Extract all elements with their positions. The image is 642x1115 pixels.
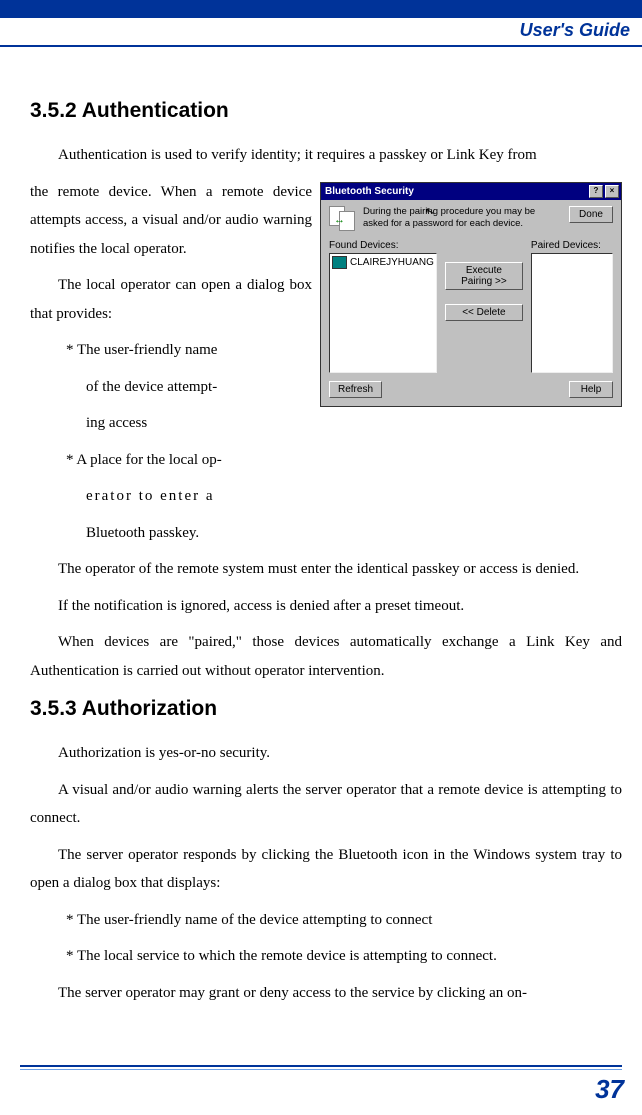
device-name: CLAIREJYHUANG: [350, 257, 434, 268]
help-button[interactable]: Help: [569, 381, 613, 398]
delete-button[interactable]: << Delete: [445, 304, 523, 321]
authz-bullet-1: * The user-friendly name of the device a…: [66, 906, 622, 935]
auth-bullet-1c: ing access: [86, 409, 330, 438]
found-devices-list[interactable]: CLAIREJYHUANG: [329, 253, 437, 373]
authz-bullet-2: * The local service to which the remote …: [66, 942, 622, 971]
authz-para-2: A visual and/or audio warning alerts the…: [30, 776, 622, 833]
page-content: 3.5.2 Authentication Authentication is u…: [0, 47, 642, 1035]
authz-para-3: The server operator responds by clicking…: [30, 841, 622, 898]
section-heading-authentication: 3.5.2 Authentication: [30, 99, 622, 123]
auth-bullet-2b: erator to enter a: [86, 482, 330, 511]
auth-bullet-1a: * The user-friendly name: [66, 336, 330, 365]
dialog-title: Bluetooth Security: [325, 186, 414, 197]
auth-para-2: The local operator can open a dialog box…: [30, 271, 330, 328]
auth-bullet-2c: Bluetooth passkey.: [86, 519, 330, 548]
authz-para-4: The server operator may grant or deny ac…: [30, 979, 622, 1008]
computer-icon: [332, 256, 347, 269]
dialog-titlebar: Bluetooth Security ? ×: [321, 183, 621, 200]
top-blue-bar: [0, 0, 642, 18]
auth-bullet-2a: * A place for the local op-: [66, 446, 330, 475]
auth-para-3: The operator of the remote system must e…: [30, 555, 622, 584]
auth-para-1b: the remote device. When a remote device …: [30, 178, 330, 264]
dialog-message: ↖ During the pairing procedure you may b…: [363, 206, 563, 231]
page-header: User's Guide: [0, 18, 642, 47]
auth-para-1a: Authentication is used to verify identit…: [30, 141, 622, 170]
execute-pairing-button[interactable]: Execute Pairing >>: [445, 262, 523, 290]
auth-para-4: If the notification is ignored, access i…: [30, 592, 622, 621]
auth-bullet-1b: of the device attempt-: [86, 373, 330, 402]
section-heading-authorization: 3.5.3 Authorization: [30, 697, 622, 721]
close-icon[interactable]: ×: [605, 185, 619, 198]
pairing-icon: ↔: [329, 206, 357, 230]
paired-devices-list[interactable]: [531, 253, 613, 373]
authz-para-1: Authorization is yes-or-no security.: [30, 739, 622, 768]
found-devices-label: Found Devices:: [329, 240, 437, 251]
done-button[interactable]: Done: [569, 206, 613, 223]
paired-devices-label: Paired Devices:: [531, 240, 613, 251]
auth-para-5: When devices are "paired," those devices…: [30, 628, 622, 685]
bluetooth-security-dialog: Bluetooth Security ? × ↔ ↖ During the pa…: [320, 182, 622, 408]
header-title: User's Guide: [520, 20, 630, 41]
page-number: 37: [0, 1070, 642, 1115]
list-item[interactable]: CLAIREJYHUANG: [332, 256, 434, 269]
help-icon[interactable]: ?: [589, 185, 603, 198]
refresh-button[interactable]: Refresh: [329, 381, 382, 398]
